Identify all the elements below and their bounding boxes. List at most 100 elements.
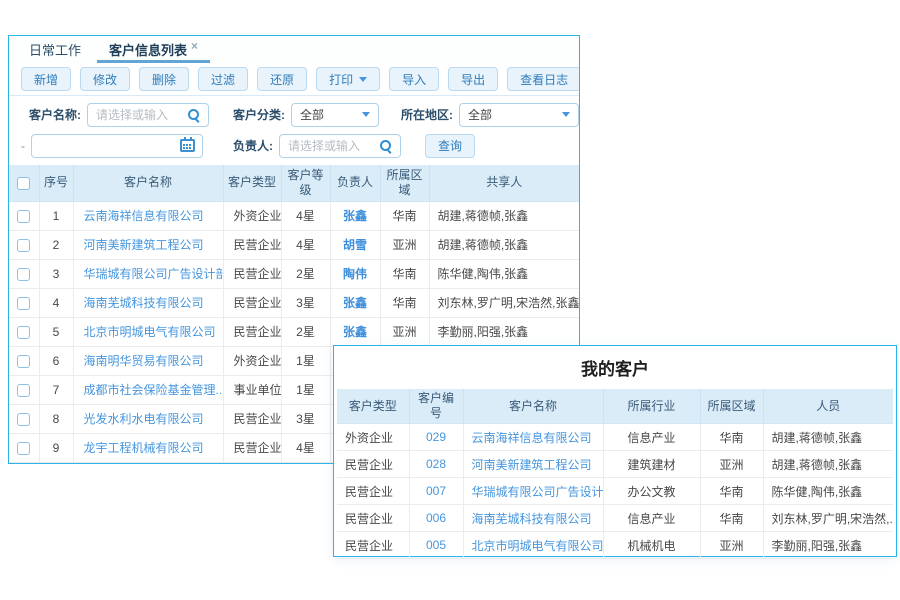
name-link[interactable]: 云南海祥信息有限公司 [84, 209, 204, 223]
table-row[interactable]: 外资企业029云南海祥信息有限公司信息产业华南胡建,蒋德帧,张鑫 [337, 424, 893, 451]
cell-industry: 办公文教 [603, 478, 700, 505]
cell-type: 民营企业 [223, 317, 281, 346]
search-icon[interactable] [187, 108, 201, 122]
code-link[interactable]: 028 [426, 457, 446, 471]
owner-link[interactable]: 张鑫 [343, 325, 367, 339]
cell-type: 民营企业 [337, 505, 409, 532]
district-select[interactable]: 全部 [459, 103, 579, 127]
close-icon[interactable]: × [191, 40, 198, 52]
toolbar-button[interactable]: 新增 [21, 67, 71, 91]
checkbox-header [9, 165, 39, 201]
table-row[interactable]: 3华瑞城有限公司广告设计部民营企业2星陶伟华南陈华健,陶伟,张鑫 [9, 259, 579, 288]
table-row[interactable]: 1云南海祥信息有限公司外资企业4星张鑫华南胡建,蒋德帧,张鑫 [9, 201, 579, 230]
tab-bar: 日常工作客户信息列表× [9, 36, 579, 63]
my-customers-table: 客户类型客户编号客户名称所属行业所属区域人员 外资企业029云南海祥信息有限公司… [337, 389, 893, 559]
code-link[interactable]: 007 [426, 484, 446, 498]
cell-name: 海南芜城科技有限公司 [73, 288, 223, 317]
cell-no: 9 [39, 433, 73, 462]
name-link[interactable]: 海南芜城科技有限公司 [84, 296, 204, 310]
toolbar-button[interactable]: 查看日志 [507, 67, 580, 91]
name-link[interactable]: 龙宇工程机械有限公司 [84, 441, 204, 455]
cell-no: 4 [39, 288, 73, 317]
cell-people: 胡建,蒋德帧,张鑫 [763, 424, 893, 451]
table-row[interactable]: 民营企业028河南美新建筑工程公司建筑建材亚洲胡建,蒋德帧,张鑫 [337, 451, 893, 478]
row-checkbox[interactable] [17, 384, 30, 397]
toolbar-button-label: 查看日志 [520, 71, 568, 88]
cell-type: 事业单位 [223, 375, 281, 404]
row-checkbox[interactable] [17, 239, 30, 252]
filter-area: 客户名称: 客户分类: 全部 所在地区: 全部 - [9, 96, 579, 161]
cell-level: 1星 [281, 346, 330, 375]
toolbar-button-label: 删除 [152, 71, 176, 88]
name-link[interactable]: 云南海祥信息有限公司 [472, 431, 592, 445]
name-link[interactable]: 河南美新建筑工程公司 [84, 238, 204, 252]
name-link[interactable]: 海南芜城科技有限公司 [472, 512, 592, 526]
table-row[interactable]: 民营企业007华瑞城有限公司广告设计部办公文教华南陈华健,陶伟,张鑫 [337, 478, 893, 505]
select-all-checkbox[interactable] [17, 177, 30, 190]
name-link[interactable]: 北京市明城电气有限公司 [472, 539, 604, 553]
owner-input[interactable] [279, 134, 401, 158]
toolbar-button[interactable]: 打印 [316, 67, 380, 91]
cell-checkbox [9, 375, 39, 404]
row-checkbox[interactable] [17, 326, 30, 339]
district-label: 所在地区: [401, 106, 453, 123]
active-tab-underline [97, 60, 210, 63]
name-link[interactable]: 光发水利水电有限公司 [84, 412, 204, 426]
customer-name-input[interactable] [87, 103, 209, 127]
table-row[interactable]: 2河南美新建筑工程公司民营企业4星胡雪亚洲胡建,蒋德帧,张鑫 [9, 230, 579, 259]
owner-link[interactable]: 陶伟 [343, 267, 367, 281]
owner-link[interactable]: 张鑫 [343, 209, 367, 223]
date-input[interactable] [31, 134, 203, 158]
code-link[interactable]: 005 [426, 538, 446, 552]
toolbar-button[interactable]: 导出 [448, 67, 498, 91]
name-link[interactable]: 河南美新建筑工程公司 [472, 458, 592, 472]
calendar-icon[interactable] [180, 139, 195, 152]
date-field[interactable] [32, 136, 180, 156]
name-link[interactable]: 北京市明城电气有限公司 [84, 325, 216, 339]
row-checkbox[interactable] [17, 268, 30, 281]
cell-industry: 机械机电 [603, 532, 700, 559]
row-checkbox[interactable] [17, 413, 30, 426]
cell-region: 亚洲 [700, 532, 763, 559]
name-link[interactable]: 华瑞城有限公司广告设计部 [472, 485, 604, 499]
tab-customer-info-list[interactable]: 客户信息列表× [95, 36, 212, 63]
cell-checkbox [9, 404, 39, 433]
toolbar-button[interactable]: 导入 [389, 67, 439, 91]
row-checkbox[interactable] [17, 355, 30, 368]
my-customers-title: 我的客户 [334, 346, 896, 389]
row-checkbox[interactable] [17, 442, 30, 455]
cell-name: 河南美新建筑工程公司 [73, 230, 223, 259]
tab-daily-work[interactable]: 日常工作 [15, 36, 95, 63]
cell-region: 华南 [700, 505, 763, 532]
name-link[interactable]: 成都市社会保险基金管理... [84, 383, 224, 397]
toolbar-button[interactable]: 过滤 [198, 67, 248, 91]
code-link[interactable]: 029 [426, 430, 446, 444]
row-checkbox[interactable] [17, 210, 30, 223]
owner-field[interactable] [280, 136, 379, 156]
row-checkbox[interactable] [17, 297, 30, 310]
owner-link[interactable]: 张鑫 [343, 296, 367, 310]
table-row[interactable]: 民营企业006海南芜城科技有限公司信息产业华南刘东林,罗广明,宋浩然,... [337, 505, 893, 532]
table-row[interactable]: 5北京市明城电气有限公司民营企业2星张鑫亚洲李勤丽,阳强,张鑫 [9, 317, 579, 346]
cell-code: 028 [409, 451, 463, 478]
caret-down-icon [362, 112, 370, 117]
owner-link[interactable]: 胡雪 [343, 238, 367, 252]
cell-name: 龙宇工程机械有限公司 [73, 433, 223, 462]
cell-checkbox [9, 317, 39, 346]
toolbar-button[interactable]: 删除 [139, 67, 189, 91]
toolbar-button-label: 还原 [270, 71, 294, 88]
cell-code: 006 [409, 505, 463, 532]
toolbar-button[interactable]: 修改 [80, 67, 130, 91]
table-row[interactable]: 民营企业005北京市明城电气有限公司机械机电亚洲李勤丽,阳强,张鑫 [337, 532, 893, 559]
code-link[interactable]: 006 [426, 511, 446, 525]
search-icon[interactable] [379, 139, 393, 153]
category-select[interactable]: 全部 [291, 103, 379, 127]
customer-name-field[interactable] [88, 105, 187, 125]
table-row[interactable]: 4海南芜城科技有限公司民营企业3星张鑫华南刘东林,罗广明,宋浩然,张鑫 [9, 288, 579, 317]
name-link[interactable]: 海南明华贸易有限公司 [84, 354, 204, 368]
name-link[interactable]: 华瑞城有限公司广告设计部 [84, 267, 224, 281]
cell-no: 1 [39, 201, 73, 230]
toolbar-button[interactable]: 还原 [257, 67, 307, 91]
search-button[interactable]: 查询 [425, 134, 475, 158]
cell-shared: 陈华健,陶伟,张鑫 [429, 259, 579, 288]
